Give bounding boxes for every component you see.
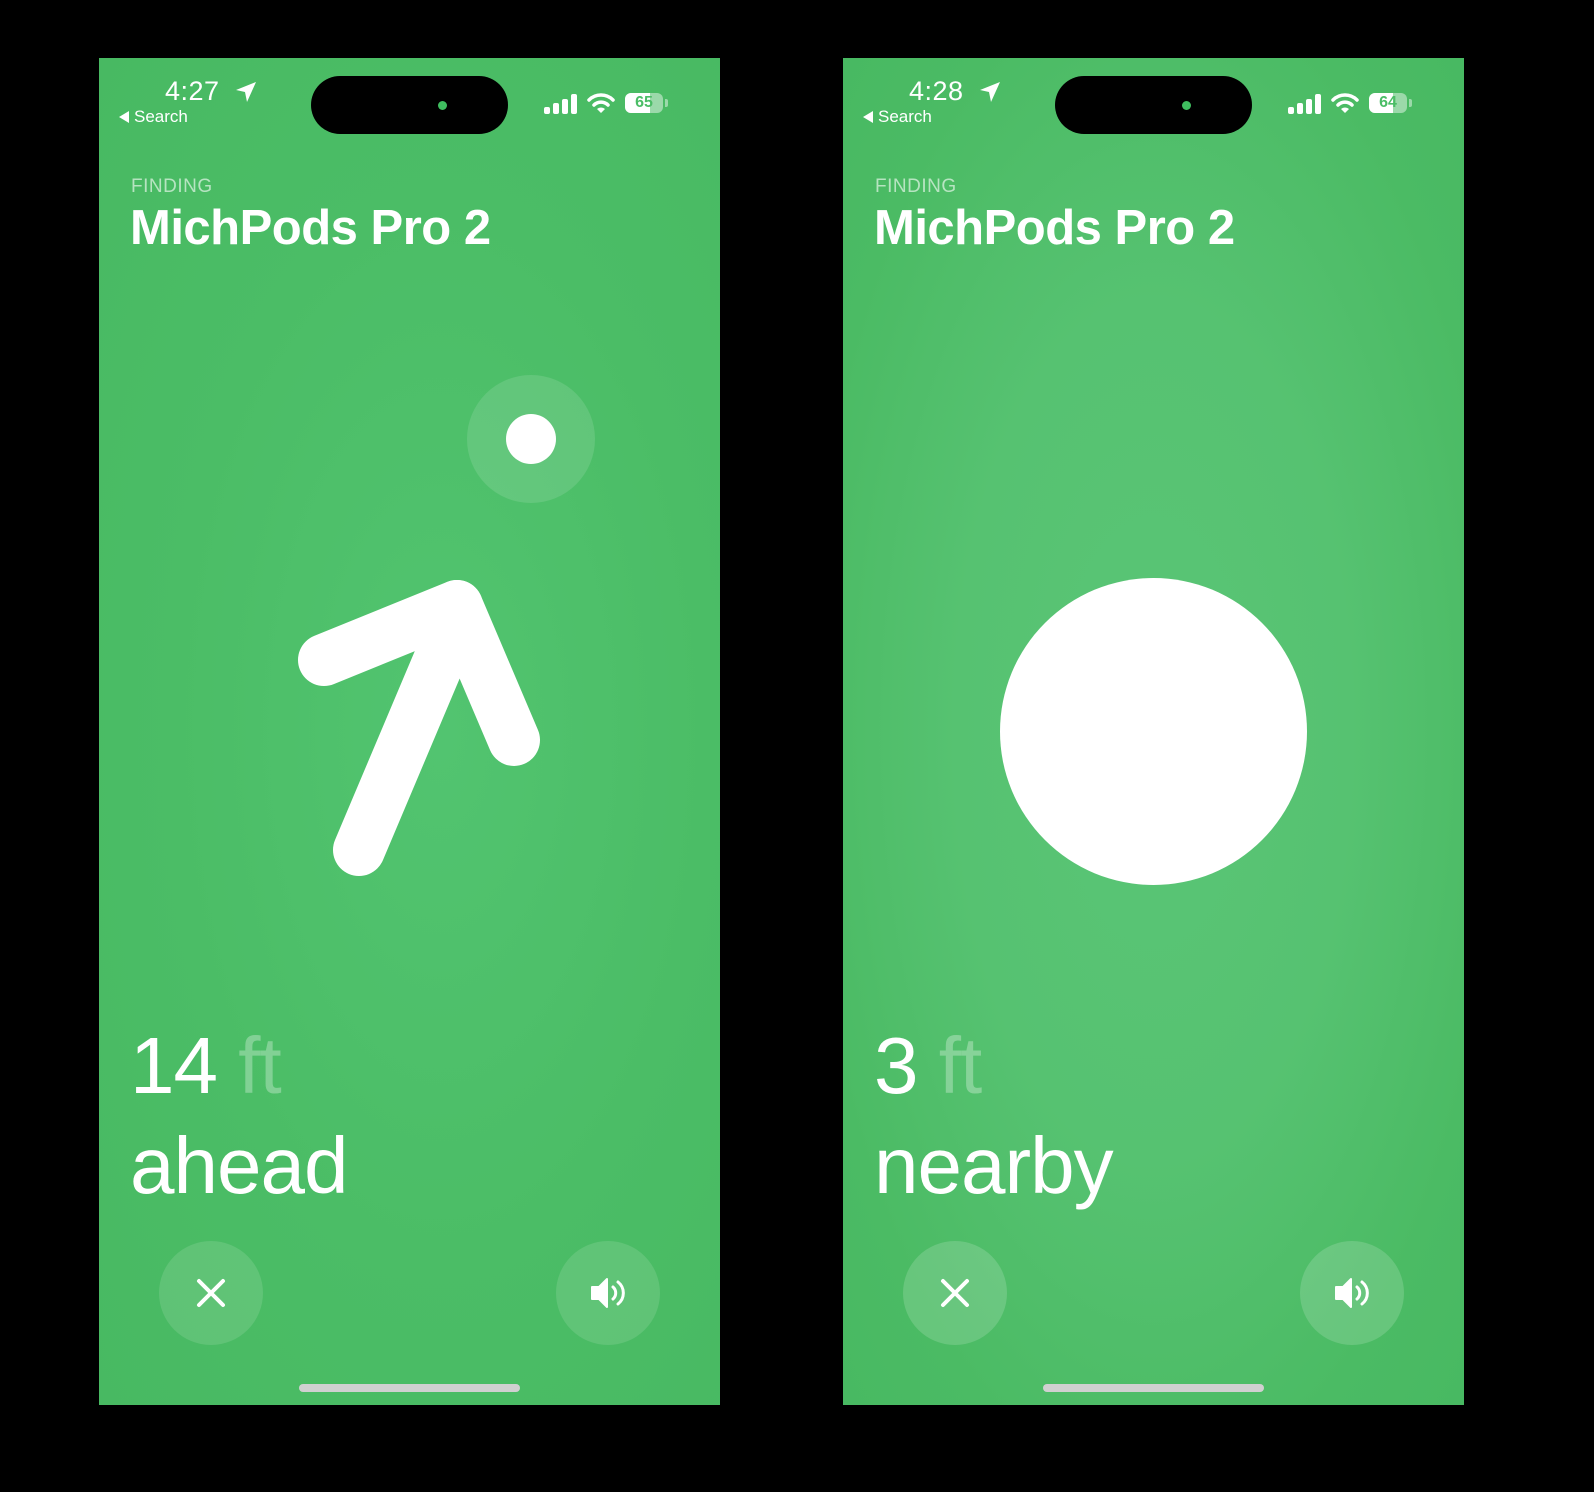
close-button[interactable] <box>903 1241 1007 1345</box>
back-label: Search <box>134 107 188 126</box>
speaker-wave-icon <box>1335 1278 1369 1308</box>
battery-indicator: 64 <box>1369 93 1407 113</box>
back-to-search-link[interactable]: Search <box>863 107 932 127</box>
dynamic-island <box>311 76 508 134</box>
device-name-title: MichPods Pro 2 <box>130 201 491 255</box>
target-dot-icon <box>506 414 556 464</box>
status-time: 4:27 <box>165 76 220 106</box>
device-name-title: MichPods Pro 2 <box>874 201 1235 255</box>
battery-percent: 65 <box>635 94 653 111</box>
location-arrow-icon <box>236 82 256 102</box>
home-indicator[interactable] <box>299 1384 520 1392</box>
cellular-signal-icon <box>544 94 577 114</box>
back-to-search-link[interactable]: Search <box>119 107 188 127</box>
distance-unit: ft <box>938 1021 982 1110</box>
finding-eyebrow: FINDING <box>131 176 213 197</box>
finding-eyebrow: FINDING <box>875 176 957 197</box>
phone-screen-finding-ahead: 4:27 Search 65 FINDING MichPods Pro 2 14 <box>99 58 720 1405</box>
play-sound-button[interactable] <box>1300 1241 1404 1345</box>
status-time: 4:28 <box>909 76 964 106</box>
battery-indicator: 65 <box>625 93 663 113</box>
location-arrow-icon <box>980 82 1000 102</box>
home-indicator[interactable] <box>1043 1384 1264 1392</box>
camera-indicator-dot <box>1182 101 1191 110</box>
phone-screen-finding-nearby: 4:28 Search 64 FINDING MichPods Pro 2 3 … <box>843 58 1464 1405</box>
close-icon <box>941 1279 969 1307</box>
distance-readout: 3 ft <box>874 1020 982 1112</box>
back-label: Search <box>878 107 932 126</box>
distance-value: 3 <box>874 1021 918 1110</box>
close-button[interactable] <box>159 1241 263 1345</box>
close-icon <box>197 1279 225 1307</box>
play-sound-button[interactable] <box>556 1241 660 1345</box>
battery-cap <box>665 99 668 107</box>
back-triangle-icon <box>119 111 129 123</box>
dynamic-island <box>1055 76 1252 134</box>
direction-text: nearby <box>874 1121 1114 1210</box>
proximity-dot-icon <box>1000 578 1307 885</box>
cellular-signal-icon <box>1288 94 1321 114</box>
distance-readout: 14 ft <box>130 1020 282 1112</box>
speaker-wave-icon <box>591 1278 625 1308</box>
back-triangle-icon <box>863 111 873 123</box>
camera-indicator-dot <box>438 101 447 110</box>
direction-text: ahead <box>130 1121 348 1210</box>
wifi-icon <box>587 93 615 113</box>
distance-unit: ft <box>238 1021 281 1110</box>
battery-cap <box>1409 99 1412 107</box>
direction-arrow-icon <box>298 580 540 876</box>
battery-percent: 64 <box>1379 94 1397 111</box>
distance-value: 14 <box>130 1021 218 1110</box>
wifi-icon <box>1331 93 1359 113</box>
